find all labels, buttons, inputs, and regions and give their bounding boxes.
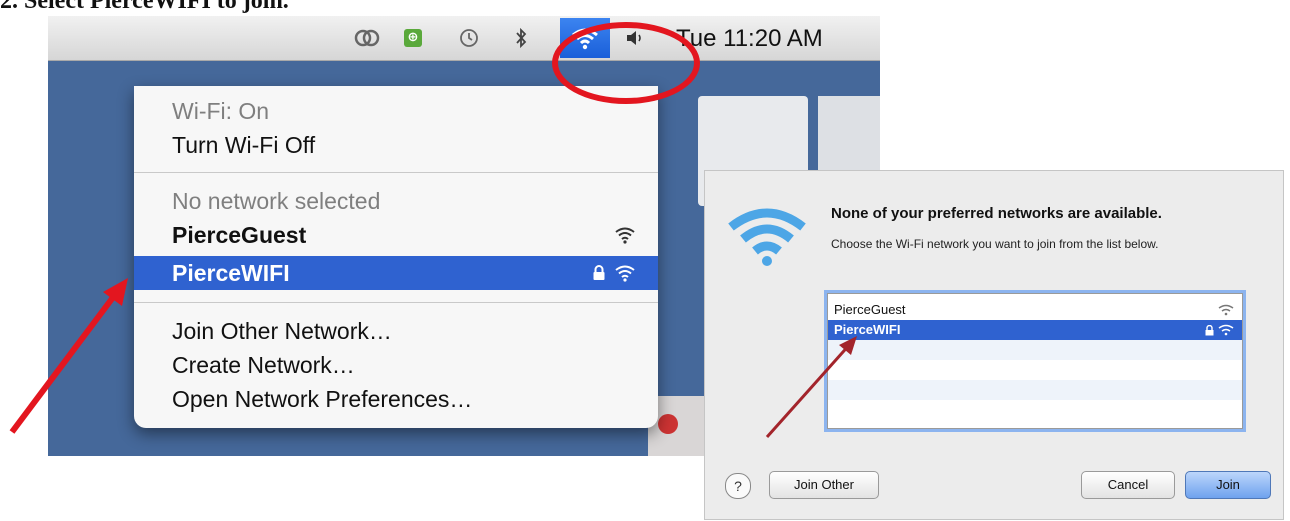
empty-row [828, 400, 1242, 420]
wifi-status-label: Wi-Fi: On [172, 98, 270, 124]
creative-cloud-icon[interactable] [354, 26, 380, 50]
turn-wifi-off-item[interactable]: Turn Wi-Fi Off [134, 128, 658, 162]
dialog-subtitle: Choose the Wi-Fi network you want to joi… [831, 237, 1159, 251]
network-list[interactable]: PierceGuest PierceWIFI [827, 293, 1243, 429]
wifi-dropdown-menu: Wi-Fi: On Turn Wi-Fi Off No network sele… [134, 86, 658, 428]
shield-icon[interactable]: ⊕ [400, 26, 426, 50]
menu-bar-clock[interactable]: Tue 11:20 AM [676, 24, 823, 54]
network-item-pierceguest[interactable]: PierceGuest [134, 218, 658, 252]
join-other-button[interactable]: Join Other [769, 471, 879, 499]
cancel-button[interactable]: Cancel [1081, 471, 1175, 499]
empty-row [828, 380, 1242, 400]
create-network-item[interactable]: Create Network… [134, 348, 658, 382]
wifi-join-dialog: None of your preferred networks are avai… [704, 170, 1284, 520]
annotation-circle [552, 22, 700, 104]
lock-icon [1205, 324, 1214, 335]
wifi-signal-icon [615, 227, 635, 244]
wifi-signal-icon [615, 265, 635, 282]
menu-bar: ⊕ Tue 11:20 AM [48, 16, 880, 61]
network-item-piercewifi[interactable]: PierceWIFI [134, 256, 658, 290]
menu-separator [134, 302, 658, 303]
no-network-label: No network selected [172, 188, 381, 214]
wifi-signal-icon [1218, 304, 1234, 316]
empty-row [828, 340, 1242, 360]
network-row-piercewifi[interactable]: PierceWIFI [828, 320, 1242, 340]
network-name: PierceWIFI [172, 260, 290, 286]
dialog-title: None of your preferred networks are avai… [831, 205, 1162, 222]
network-name: PierceGuest [834, 302, 906, 317]
bluetooth-icon[interactable] [508, 26, 534, 50]
wifi-icon [728, 208, 806, 266]
join-other-network-item[interactable]: Join Other Network… [134, 314, 658, 348]
network-name: PierceWIFI [834, 322, 901, 337]
network-name: PierceGuest [172, 222, 307, 248]
lock-icon [593, 265, 605, 280]
open-network-preferences-item[interactable]: Open Network Preferences… [134, 382, 658, 416]
empty-row [828, 360, 1242, 380]
wifi-signal-icon [1218, 324, 1234, 336]
network-row-pierceguest[interactable]: PierceGuest [828, 300, 1242, 320]
help-button[interactable]: ? [725, 473, 751, 499]
menu-separator [134, 172, 658, 173]
time-machine-icon[interactable] [456, 26, 482, 50]
join-button[interactable]: Join [1185, 471, 1271, 499]
